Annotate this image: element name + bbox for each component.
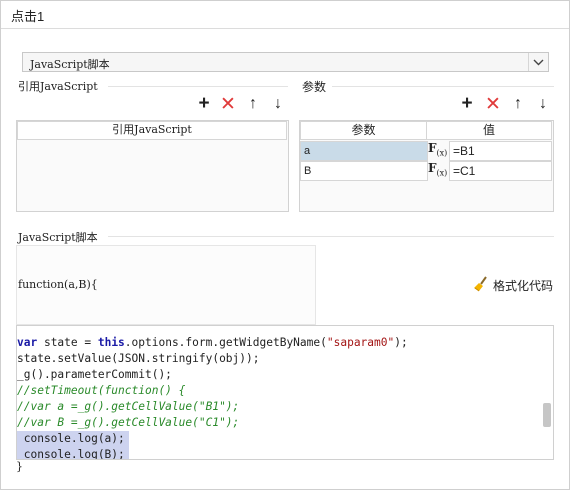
format-code-label: 格式化代码 [493, 279, 554, 293]
param-delete-button[interactable]: ✕ [485, 94, 501, 115]
params-section-label: 参数 [302, 80, 327, 94]
param-add-button[interactable]: + [459, 93, 475, 114]
param-row-2-name[interactable]: B [300, 161, 428, 181]
code-line-1: var state = this.options.form.getWidgetB… [17, 336, 408, 349]
params-section-divider [332, 86, 554, 87]
fx-icon[interactable]: F(x) [428, 161, 448, 181]
param-move-up-button[interactable]: ↑ [510, 95, 526, 112]
plus-icon: + [461, 93, 473, 114]
broom-icon [473, 276, 489, 295]
window-title: 点击1 [11, 9, 45, 24]
function-signature: function(a,B){ [18, 278, 98, 291]
param-move-down-button[interactable]: ↓ [535, 95, 551, 112]
code-line-5: //var a =_g().getCellValue("B1"); [17, 400, 240, 413]
params-table: 参数 值 a F(x) =B1 B F(x) =C1 [299, 120, 554, 212]
ref-section-label: 引用JavaScript [18, 80, 98, 93]
code-line-3: _g().parameterCommit(); [17, 368, 172, 381]
format-code-button[interactable]: 格式化代码 [473, 276, 553, 295]
close-icon: ✕ [220, 93, 236, 115]
ref-add-button[interactable]: + [196, 93, 212, 114]
arrow-down-icon: ↓ [274, 95, 282, 112]
script-type-value: JavaScript脚本 [30, 58, 110, 71]
code-line-6: //var B =_g().getCellValue("C1"); [17, 416, 240, 429]
fx-icon[interactable]: F(x) [428, 141, 448, 161]
params-header-param: 参数 [300, 121, 427, 140]
arrow-up-icon: ↑ [514, 95, 522, 112]
param-row-1-value[interactable]: =B1 [449, 141, 552, 161]
params-header-value: 值 [426, 121, 552, 140]
ref-delete-button[interactable]: ✕ [220, 94, 236, 115]
ref-js-list[interactable]: 引用JavaScript [16, 120, 289, 212]
ref-section-divider [108, 86, 288, 87]
script-section-divider [108, 236, 554, 237]
script-section-label: JavaScript脚本 [18, 231, 98, 244]
code-editor[interactable]: var state = this.options.form.getWidgetB… [16, 325, 554, 460]
code-line-8: console.log(B); [17, 447, 129, 459]
code-scrollbar[interactable] [543, 403, 551, 427]
code-line-7: console.log(a); [17, 431, 129, 447]
param-row-2-value[interactable]: =C1 [449, 161, 552, 181]
signature-box: function(a,B){ [16, 245, 316, 325]
arrow-up-icon: ↑ [249, 95, 257, 112]
script-type-select[interactable]: JavaScript脚本 [22, 52, 549, 72]
ref-move-up-button[interactable]: ↑ [245, 95, 261, 112]
window-titlebar: 点击1 [0, 0, 570, 29]
code-line-4: //setTimeout(function() { [17, 384, 186, 397]
chevron-down-icon[interactable] [528, 53, 548, 71]
code-line-2: state.setValue(JSON.stringify(obj)); [17, 352, 260, 365]
ref-move-down-button[interactable]: ↓ [270, 95, 286, 112]
ref-js-column-header: 引用JavaScript [17, 121, 287, 140]
plus-icon: + [198, 93, 210, 114]
param-row-1-name[interactable]: a [300, 141, 428, 161]
close-icon: ✕ [485, 93, 501, 115]
arrow-down-icon: ↓ [539, 95, 547, 112]
function-closing-brace: } [16, 460, 23, 473]
